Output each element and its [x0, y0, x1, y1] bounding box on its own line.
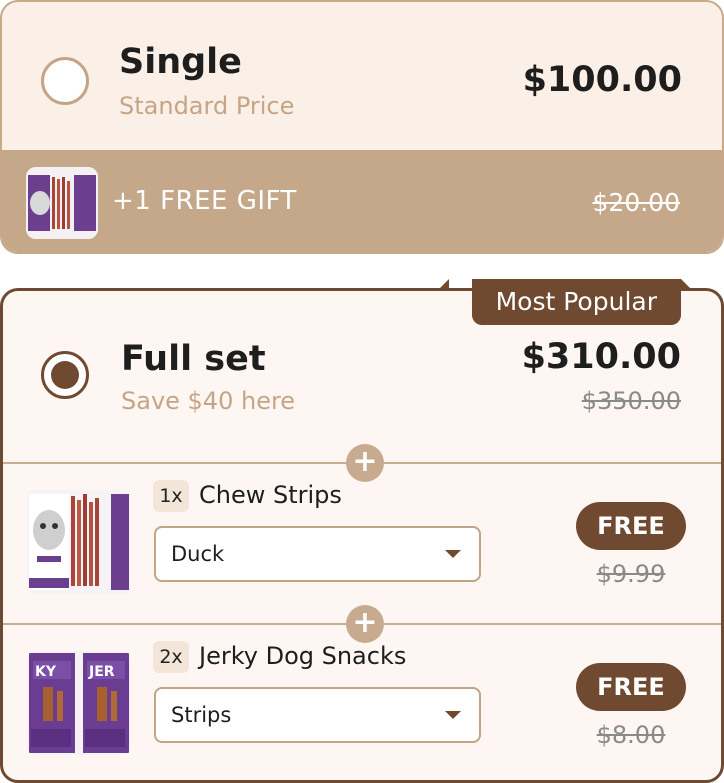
caret-down-icon — [445, 711, 461, 719]
badge-notch-left — [437, 279, 449, 291]
variant-select[interactable]: Strips — [154, 687, 481, 743]
badge-notch-right — [681, 279, 693, 291]
option-full-set-card[interactable]: Most Popular Full set Save $40 here $310… — [0, 279, 724, 783]
option-single-card[interactable]: Single Standard Price $100.00 +1 FREE GI… — [0, 0, 724, 254]
radio-selected-dot — [51, 361, 79, 389]
chew-strips-image — [27, 490, 131, 594]
free-price-pill: FREE — [576, 663, 686, 711]
item-quantity: 1x — [153, 480, 189, 512]
most-popular-badge: Most Popular — [471, 279, 681, 325]
full-set-original-price: $350.00 — [581, 387, 681, 415]
single-price: $100.00 — [522, 60, 682, 100]
item-name: Jerky Dog Snacks — [199, 642, 407, 670]
svg-text:JER: JER — [88, 664, 115, 680]
single-radio[interactable] — [41, 57, 89, 105]
caret-down-icon — [445, 550, 461, 558]
full-set-subtitle: Save $40 here — [121, 387, 296, 415]
free-gift-bar: +1 FREE GIFT $20.00 — [2, 150, 722, 252]
svg-text:KY: KY — [35, 664, 57, 680]
full-set-price: $310.00 — [521, 337, 681, 377]
bundle-item: KY JER 2x Jerky Dog Snacks Strips FREE $… — [3, 625, 721, 783]
single-title: Single — [119, 42, 242, 82]
item-original-price: $8.00 — [596, 721, 666, 749]
variant-select-value: Strips — [171, 703, 232, 727]
free-gift-label: +1 FREE GIFT — [112, 186, 297, 216]
gift-product-image — [26, 167, 98, 239]
full-set-title: Full set — [121, 339, 266, 379]
full-set-radio[interactable] — [41, 351, 89, 399]
gift-original-price: $20.00 — [592, 188, 680, 217]
item-name: Chew Strips — [199, 481, 342, 509]
jerky-snacks-image: KY JER — [27, 651, 131, 755]
single-subtitle: Standard Price — [119, 92, 295, 120]
bundle-item: 1x Chew Strips Duck FREE $9.99 — [3, 464, 721, 624]
free-price-pill: FREE — [576, 502, 686, 550]
item-quantity: 2x — [153, 641, 189, 673]
single-card-top: Single Standard Price $100.00 — [2, 2, 722, 150]
flavor-select[interactable]: Duck — [154, 526, 481, 582]
flavor-select-value: Duck — [171, 542, 225, 566]
item-original-price: $9.99 — [596, 560, 666, 588]
